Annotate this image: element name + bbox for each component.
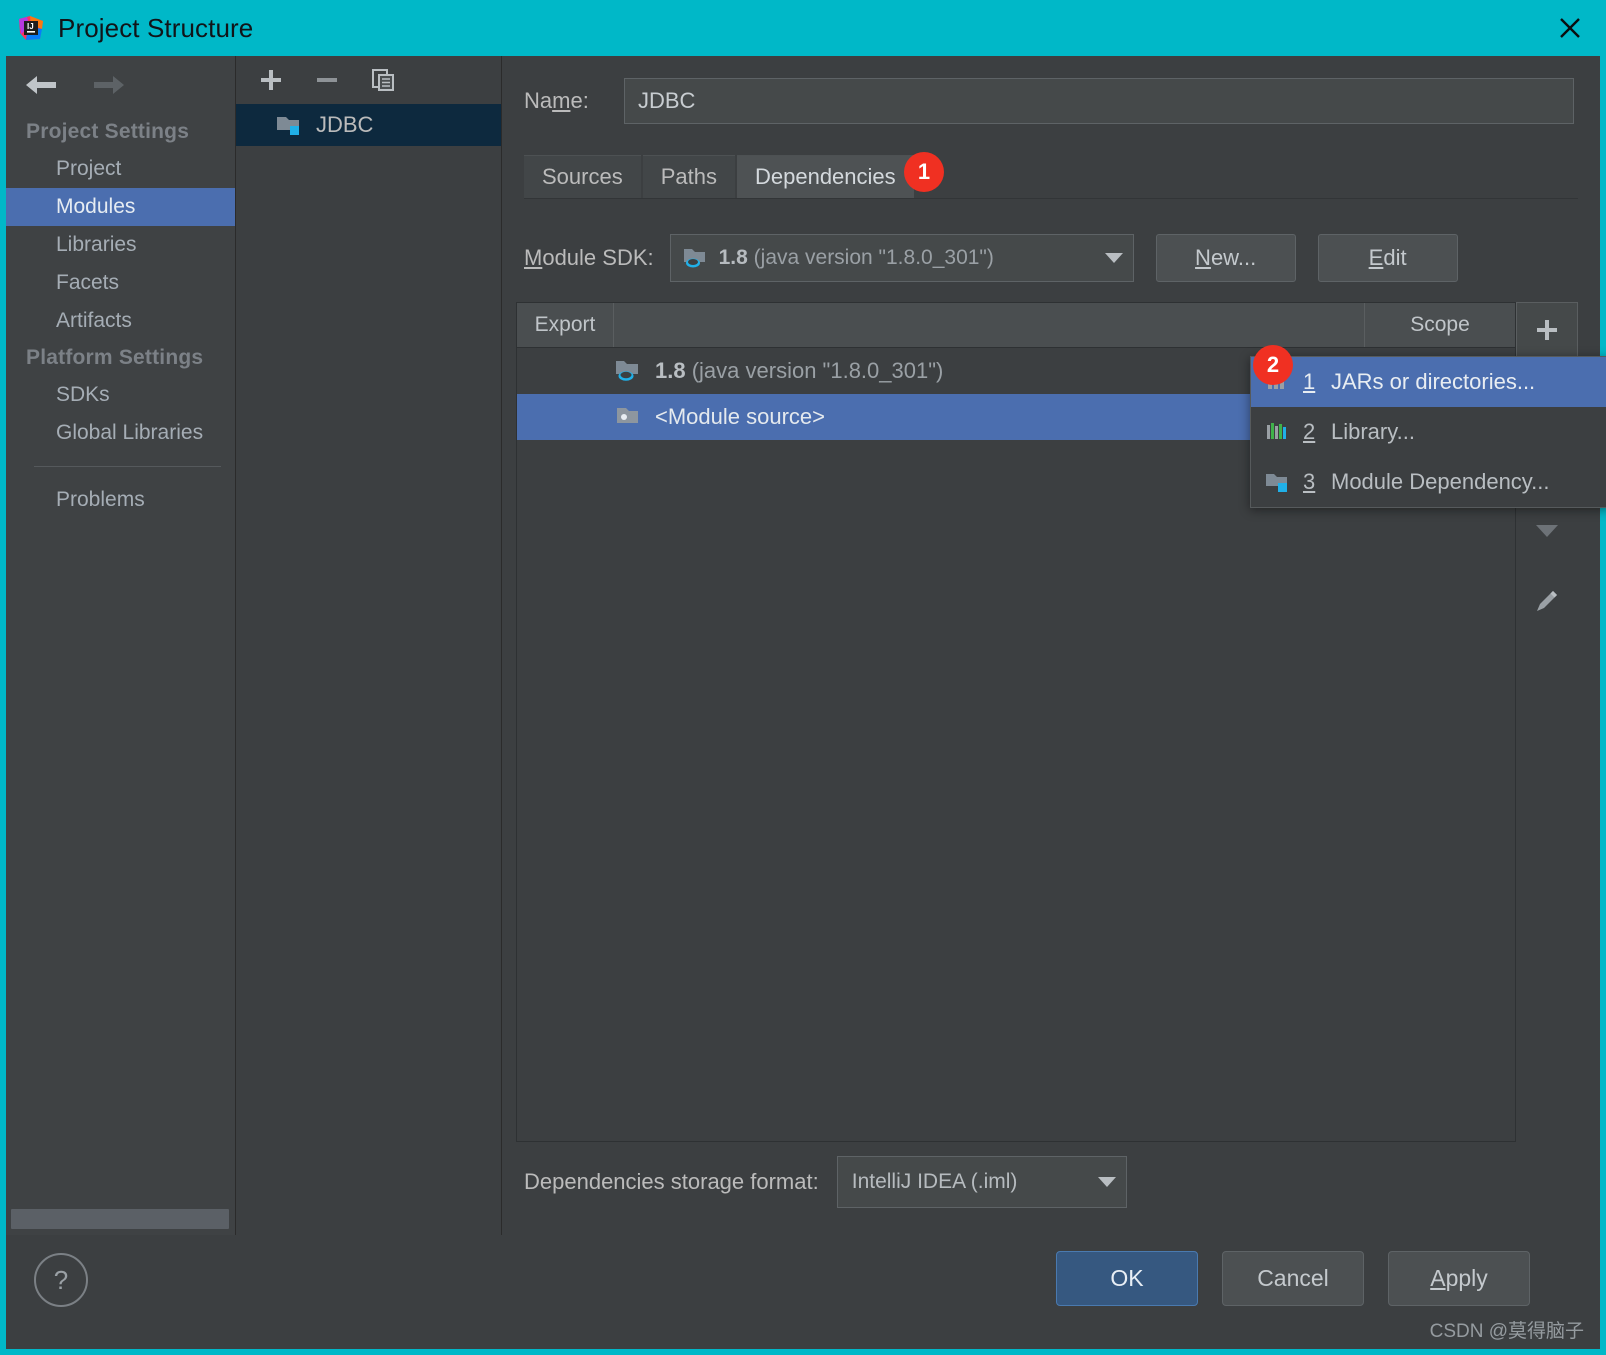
dialog-body: Project Settings Project Modules Librari…: [0, 56, 1606, 1235]
module-name-row: Name: JDBC: [524, 78, 1574, 124]
sidebar-divider: [34, 466, 221, 467]
module-sdk-label-mnemonic: M: [524, 245, 543, 270]
annotation-badge-2: 2: [1253, 345, 1293, 385]
sidebar-group-platform-settings: Platform Settings: [26, 346, 204, 369]
module-sdk-row: Module SDK: 1.8 (java version "1.8.0_301…: [524, 234, 1458, 282]
table-row-detail: (java version "1.8.0_301"): [685, 358, 944, 383]
menu-item-jars-or-directories[interactable]: 1 JARs or directories...: [1251, 357, 1606, 407]
module-sdk-dropdown[interactable]: 1.8 (java version "1.8.0_301"): [669, 234, 1134, 282]
arrow-right-icon[interactable]: [88, 72, 128, 98]
library-bars-icon: [1265, 420, 1291, 444]
plus-icon[interactable]: [1516, 302, 1578, 358]
sidebar-item-artifacts[interactable]: Artifacts: [6, 302, 235, 340]
cancel-button[interactable]: Cancel: [1222, 1251, 1364, 1306]
column-header-scope[interactable]: Scope: [1365, 303, 1515, 347]
ok-button[interactable]: OK: [1056, 1251, 1198, 1306]
dependencies-storage-format-value: IntelliJ IDEA (.iml): [851, 1170, 1018, 1193]
tab-sources[interactable]: Sources: [524, 155, 641, 198]
module-list-item-label: JDBC: [316, 112, 374, 137]
copy-icon[interactable]: [366, 63, 400, 97]
new-button-rest: ew...: [1210, 245, 1257, 270]
close-icon[interactable]: [1548, 8, 1592, 48]
edit-button-mnemonic: E: [1368, 245, 1384, 270]
name-label-mnemonic: m: [552, 88, 571, 113]
edit-sdk-button[interactable]: Edit: [1317, 234, 1458, 282]
module-tabs: Sources Paths Dependencies: [524, 155, 1578, 199]
settings-sidebar: Project Settings Project Modules Librari…: [6, 56, 235, 1235]
column-header-export[interactable]: Export: [517, 303, 614, 347]
module-name-input[interactable]: JDBC: [624, 78, 1574, 124]
svg-text:IJ: IJ: [27, 22, 34, 31]
chevron-down-icon: [1104, 253, 1123, 263]
module-list-item-jdbc[interactable]: JDBC: [236, 104, 501, 146]
add-dependency-popup-menu: 1 JARs or directories... 2 Library... 3 …: [1250, 356, 1606, 508]
module-source-icon: [615, 404, 643, 430]
table-row-version: 1.8: [655, 358, 686, 383]
sidebar-navigation: [6, 56, 235, 114]
sidebar-item-project[interactable]: Project: [6, 150, 235, 188]
dependencies-storage-format-dropdown[interactable]: IntelliJ IDEA (.iml): [836, 1156, 1127, 1208]
name-label-suffix: e:: [570, 88, 589, 113]
sidebar-item-facets[interactable]: Facets: [6, 264, 235, 302]
table-row-label: 1.8 (java version "1.8.0_301"): [655, 358, 943, 384]
menu-item-mnemonic: 3: [1303, 469, 1316, 494]
menu-item-label: Library...: [1331, 419, 1415, 444]
name-label-prefix: Na: [524, 88, 553, 113]
menu-item-mnemonic: 2: [1303, 419, 1316, 444]
apply-button-mnemonic: A: [1430, 1265, 1446, 1291]
minus-icon[interactable]: [310, 63, 344, 97]
plus-icon[interactable]: [254, 63, 288, 97]
chevron-down-icon[interactable]: [1516, 503, 1578, 559]
sidebar-item-sdks[interactable]: SDKs: [6, 376, 235, 414]
dialog-titlebar: IJ Project Structure: [0, 0, 1606, 56]
watermark-text: CSDN @莫得脑子: [1429, 1321, 1584, 1342]
module-editor-panel: Name: JDBC Sources Paths Dependencies Mo…: [502, 56, 1606, 1235]
menu-item-label: JARs or directories...: [1331, 369, 1536, 394]
dialog-footer: ? OK Cancel Apply CSDN @莫得脑子: [0, 1235, 1606, 1355]
module-folder-icon: [276, 113, 304, 137]
sidebar-group-project-settings: Project Settings: [26, 120, 190, 143]
sidebar-item-modules[interactable]: Modules: [6, 188, 235, 226]
dependencies-storage-format-row: Dependencies storage format: IntelliJ ID…: [524, 1156, 1127, 1208]
footer-button-group: OK Cancel Apply: [1056, 1251, 1530, 1306]
java-sdk-folder-icon: [683, 246, 709, 270]
module-list-toolbar: [236, 56, 501, 104]
table-row-label: <Module source>: [655, 404, 825, 429]
column-header-name: [614, 303, 1365, 347]
module-sdk-label: Module SDK:: [524, 245, 654, 271]
dependencies-storage-format-label: Dependencies storage format:: [524, 1169, 819, 1194]
module-sdk-label-rest: odule SDK:: [542, 245, 654, 270]
tab-paths[interactable]: Paths: [642, 155, 735, 198]
new-button-mnemonic: N: [1195, 245, 1211, 270]
module-name-label: Name:: [524, 88, 624, 114]
dialog-title: Project Structure: [58, 12, 254, 43]
module-list-panel: JDBC: [235, 56, 502, 1235]
menu-item-mnemonic: 1: [1303, 369, 1316, 394]
apply-button-rest: pply: [1445, 1265, 1488, 1291]
menu-item-label: Module Dependency...: [1331, 469, 1550, 494]
edit-button-rest: dit: [1383, 245, 1407, 270]
chevron-down-icon: [1097, 1177, 1116, 1187]
arrow-left-icon[interactable]: [22, 72, 62, 98]
apply-button[interactable]: Apply: [1388, 1251, 1530, 1306]
menu-item-module-dependency[interactable]: 3 Module Dependency...: [1251, 457, 1606, 507]
sidebar-horizontal-scrollbar[interactable]: [11, 1209, 229, 1229]
intellij-idea-logo-icon: IJ: [18, 15, 44, 41]
module-sdk-value: 1.8 (java version "1.8.0_301"): [719, 246, 1095, 270]
help-button[interactable]: ?: [34, 1253, 88, 1307]
module-sdk-value-version: 1.8: [718, 246, 748, 269]
sidebar-item-global-libraries[interactable]: Global Libraries: [6, 414, 235, 452]
tab-dependencies[interactable]: Dependencies: [736, 155, 914, 198]
module-sdk-value-detail: (java version "1.8.0_301"): [747, 246, 994, 269]
pencil-edit-icon[interactable]: [1516, 573, 1578, 629]
module-folder-icon: [1265, 470, 1291, 494]
dependencies-table-header: Export Scope: [517, 303, 1515, 348]
sidebar-item-problems[interactable]: Problems: [6, 481, 235, 519]
menu-item-library[interactable]: 2 Library...: [1251, 407, 1606, 457]
sidebar-item-libraries[interactable]: Libraries: [6, 226, 235, 264]
new-sdk-button[interactable]: New...: [1155, 234, 1296, 282]
java-sdk-folder-icon: [615, 358, 643, 384]
annotation-badge-1: 1: [904, 152, 944, 192]
project-structure-dialog: IJ Project Structure Project Settings Pr…: [0, 0, 1606, 1355]
